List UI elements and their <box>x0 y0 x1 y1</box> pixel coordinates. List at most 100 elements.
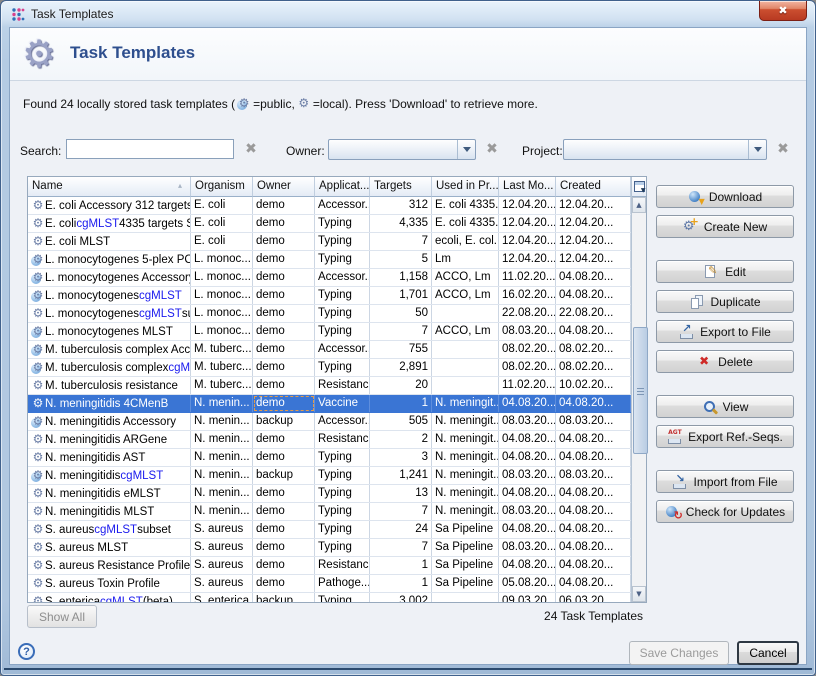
local-template-icon: ⚙ <box>31 307 45 321</box>
help-button[interactable]: ? <box>18 643 35 660</box>
table-row[interactable]: ⚙N. meningitidis 4CMenBN. menin...demoVa… <box>28 395 631 413</box>
public-template-icon: ⚙ <box>31 361 45 375</box>
cell-name: ⚙N. meningitidis cgMLST <box>28 467 191 484</box>
table-row[interactable]: ⚙S. aureus MLSTS. aureusdemoTyping7Sa Pi… <box>28 539 631 557</box>
local-template-icon: ⚙ <box>31 451 45 465</box>
duplicate-icon <box>689 295 705 309</box>
show-all-button[interactable]: Show All <box>27 605 97 628</box>
column-picker-button[interactable] <box>632 177 646 197</box>
table-row[interactable]: ⚙N. meningitidis AccessoryN. menin...bac… <box>28 413 631 431</box>
cell-owner: demo <box>253 485 315 502</box>
table-row[interactable]: ⚙S. aureus Resistance ProfileS. aureusde… <box>28 557 631 575</box>
column-header-owner[interactable]: Owner <box>253 177 315 197</box>
table-row[interactable]: ⚙N. meningitidis MLSTN. menin...demoTypi… <box>28 503 631 521</box>
create-new-button[interactable]: Create New <box>656 215 794 238</box>
cgmlst-link-text: cgMLST <box>76 218 119 230</box>
column-header-targets[interactable]: Targets <box>370 177 432 197</box>
table-row[interactable]: ⚙S. enterica cgMLST (beta)S. entericabac… <box>28 593 631 602</box>
project-select[interactable] <box>563 139 767 160</box>
cell-targets: 2,891 <box>370 359 432 376</box>
edit-button[interactable]: Edit <box>656 260 794 283</box>
cell-owner: backup <box>253 413 315 430</box>
vertical-scrollbar: ▲ ▼ <box>631 177 646 602</box>
table-row[interactable]: ⚙L. monocytogenes cgMLST subL. monoc...d… <box>28 305 631 323</box>
table-row[interactable]: ⚙L. monocytogenes MLSTL. monoc...demoTyp… <box>28 323 631 341</box>
delete-button[interactable]: Delete <box>656 350 794 373</box>
cell-last_modified: 08.03.20... <box>499 323 556 340</box>
table-row[interactable]: ⚙M. tuberculosis complex AccesM. tuberc.… <box>28 341 631 359</box>
table-row[interactable]: ⚙L. monocytogenes cgMLSTL. monoc...demoT… <box>28 287 631 305</box>
export-to-file-button[interactable]: Export to File <box>656 320 794 343</box>
local-template-icon: ⚙ <box>31 433 45 447</box>
cell-name: ⚙M. tuberculosis complex cgMLS <box>28 359 191 376</box>
cell-owner: demo <box>253 251 315 268</box>
cancel-button[interactable]: Cancel <box>737 641 799 665</box>
column-header-created[interactable]: Created <box>556 177 631 197</box>
cgmlst-link-text: cgMLST <box>94 524 137 536</box>
scrollbar-track[interactable] <box>632 213 646 586</box>
cell-last_modified: 08.02.20... <box>499 341 556 358</box>
local-template-icon: ⚙ <box>31 505 45 519</box>
clear-project-icon[interactable]: ✖ <box>774 140 792 158</box>
column-header-name[interactable]: Name▴ <box>28 177 191 197</box>
edit-icon <box>704 265 720 279</box>
cell-owner: demo <box>253 449 315 466</box>
column-header-last_modified[interactable]: Last Mo... <box>499 177 556 197</box>
public-template-icon: ⚙ <box>31 271 45 285</box>
cell-last_modified: 05.08.20... <box>499 575 556 592</box>
cell-last_modified: 04.08.20... <box>499 449 556 466</box>
cell-used_in: ecoli, E. col... <box>432 233 499 250</box>
table-row[interactable]: ⚙M. tuberculosis resistanceM. tuberc...d… <box>28 377 631 395</box>
cell-organism: L. monoc... <box>191 323 253 340</box>
title-bar[interactable]: Task Templates ✖ <box>1 1 815 27</box>
close-button[interactable]: ✖ <box>759 1 807 21</box>
table-row[interactable]: ⚙E. coli cgMLST 4335 targets SaE. colide… <box>28 215 631 233</box>
cell-name: ⚙E. coli Accessory 312 targets S <box>28 197 191 214</box>
download-button[interactable]: Download <box>656 185 794 208</box>
view-button[interactable]: View <box>656 395 794 418</box>
cell-name: ⚙S. aureus cgMLST subset <box>28 521 191 538</box>
table-header-row: Name▴OrganismOwnerApplicat...TargetsUsed… <box>28 177 631 197</box>
search-input[interactable] <box>66 139 234 159</box>
clear-owner-icon[interactable]: ✖ <box>483 140 501 158</box>
column-header-organism[interactable]: Organism <box>191 177 253 197</box>
table-row[interactable]: ⚙N. meningitidis ARGeneN. menin...demoRe… <box>28 431 631 449</box>
import-from-file-button[interactable]: Import from File <box>656 470 794 493</box>
table-row[interactable]: ⚙S. aureus Toxin ProfileS. aureusdemoPat… <box>28 575 631 593</box>
scroll-down-button[interactable]: ▼ <box>632 586 646 602</box>
table-row[interactable]: ⚙N. meningitidis ASTN. menin...demoTypin… <box>28 449 631 467</box>
table-row[interactable]: ⚙N. meningitidis cgMLSTN. menin...backup… <box>28 467 631 485</box>
cell-created: 08.03.20... <box>556 467 631 484</box>
save-changes-button[interactable]: Save Changes <box>629 641 729 665</box>
cell-owner: demo <box>253 539 315 556</box>
column-header-used_in[interactable]: Used in Pr... <box>432 177 499 197</box>
cell-organism: L. monoc... <box>191 251 253 268</box>
search-label: Search: <box>20 144 61 158</box>
cell-owner: demo <box>253 377 315 394</box>
view-icon <box>702 400 718 414</box>
owner-select[interactable] <box>328 139 476 160</box>
cell-created: 12.04.20... <box>556 215 631 232</box>
table-row[interactable]: ⚙L. monocytogenes AccessoryL. monoc...de… <box>28 269 631 287</box>
duplicate-button[interactable]: Duplicate <box>656 290 794 313</box>
column-header-application[interactable]: Applicat... <box>315 177 370 197</box>
check-for-updates-button[interactable]: Check for Updates <box>656 500 794 523</box>
export-ref-seqs-button[interactable]: Export Ref.-Seqs. <box>656 425 794 448</box>
cell-organism: E. coli <box>191 215 253 232</box>
cell-targets: 7 <box>370 233 432 250</box>
table-row[interactable]: ⚙E. coli Accessory 312 targets SE. colid… <box>28 197 631 215</box>
cell-name: ⚙N. meningitidis ARGene <box>28 431 191 448</box>
scroll-up-button[interactable]: ▲ <box>632 197 646 213</box>
scrollbar-thumb[interactable] <box>633 327 648 454</box>
table-row[interactable]: ⚙S. aureus cgMLST subsetS. aureusdemoTyp… <box>28 521 631 539</box>
import-icon <box>672 475 688 489</box>
table-row[interactable]: ⚙N. meningitidis eMLSTN. menin...demoTyp… <box>28 485 631 503</box>
table-row[interactable]: ⚙L. monocytogenes 5-plex PCRL. monoc...d… <box>28 251 631 269</box>
clear-search-icon[interactable]: ✖ <box>242 140 260 158</box>
cell-created: 08.02.20... <box>556 341 631 358</box>
table-row[interactable]: ⚙M. tuberculosis complex cgMLSM. tuberc.… <box>28 359 631 377</box>
cell-created: 08.02.20... <box>556 359 631 376</box>
cell-application: Typing <box>315 251 370 268</box>
task-templates-table: Name▴OrganismOwnerApplicat...TargetsUsed… <box>27 176 647 603</box>
table-row[interactable]: ⚙E. coli MLSTE. colidemoTyping7ecoli, E.… <box>28 233 631 251</box>
